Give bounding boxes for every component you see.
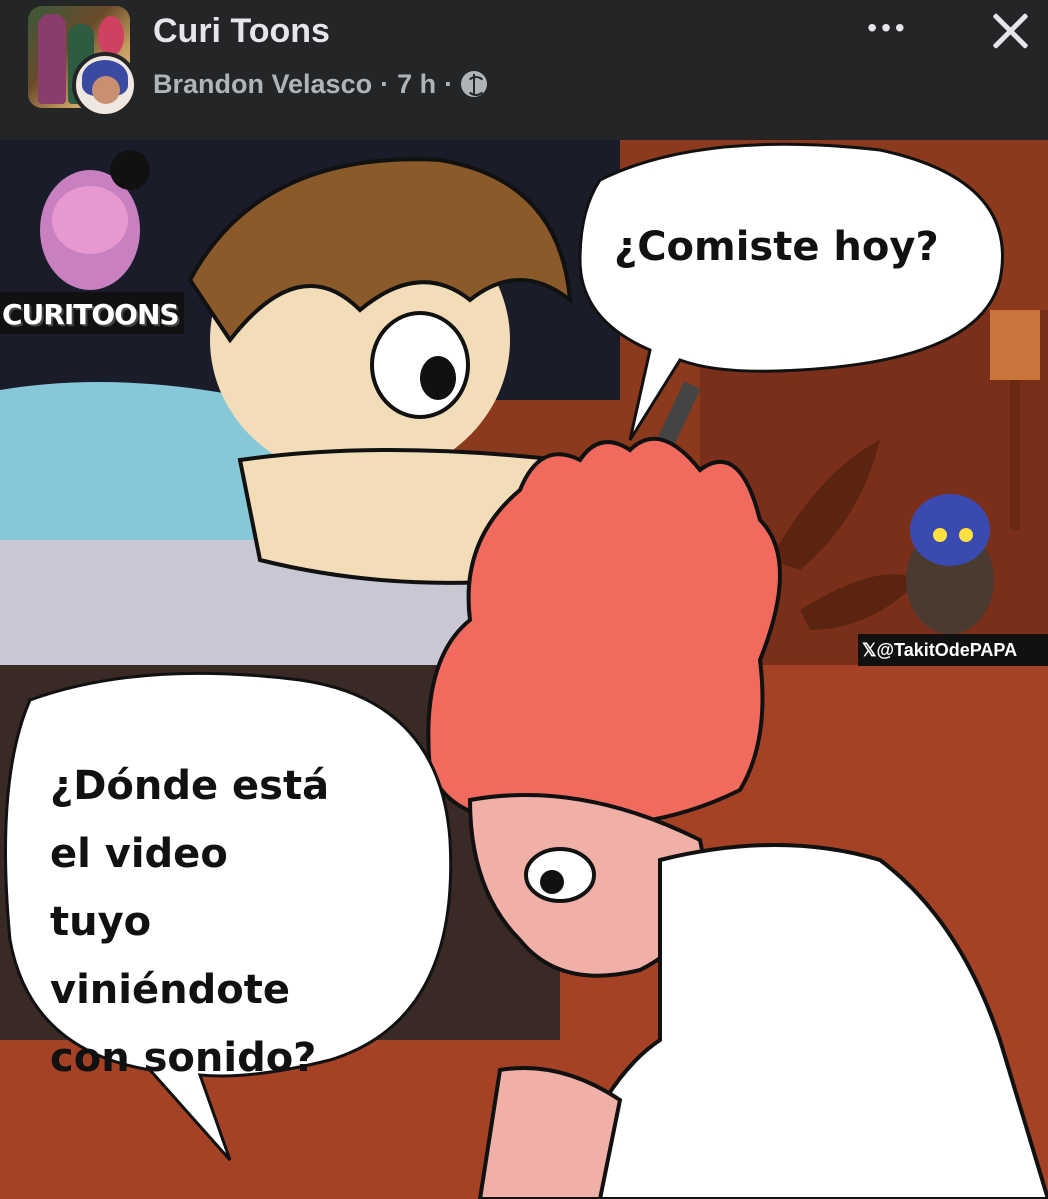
post-meta: Brandon Velasco · 7 h · — [153, 66, 488, 102]
post-image[interactable]: ¿Comiste hoy? ¿Dónde está el video tuyo … — [0, 140, 1048, 1199]
page-name[interactable]: Curi Toons — [153, 12, 330, 51]
more-icon[interactable]: ••• — [858, 12, 918, 46]
post-time[interactable]: 7 h — [397, 69, 436, 100]
handle-watermark: 𝕏@TakitOdePAPA — [858, 634, 1048, 666]
close-icon[interactable] — [986, 6, 1034, 54]
globe-icon — [461, 71, 488, 97]
brand-watermark: CURITOONS — [0, 292, 184, 334]
author-name[interactable]: Brandon Velasco — [153, 69, 372, 100]
meta-separator: · — [380, 68, 390, 99]
author-avatar[interactable] — [72, 52, 138, 118]
meta-separator: · — [444, 68, 454, 99]
speech-bubble-top: ¿Comiste hoy? — [614, 224, 939, 270]
post-header: Curi Toons Brandon Velasco · 7 h · ••• — [0, 0, 1048, 140]
speech-bubble-bottom: ¿Dónde está el video tuyo viniéndote con… — [50, 763, 330, 1081]
page-avatar[interactable] — [28, 6, 140, 118]
